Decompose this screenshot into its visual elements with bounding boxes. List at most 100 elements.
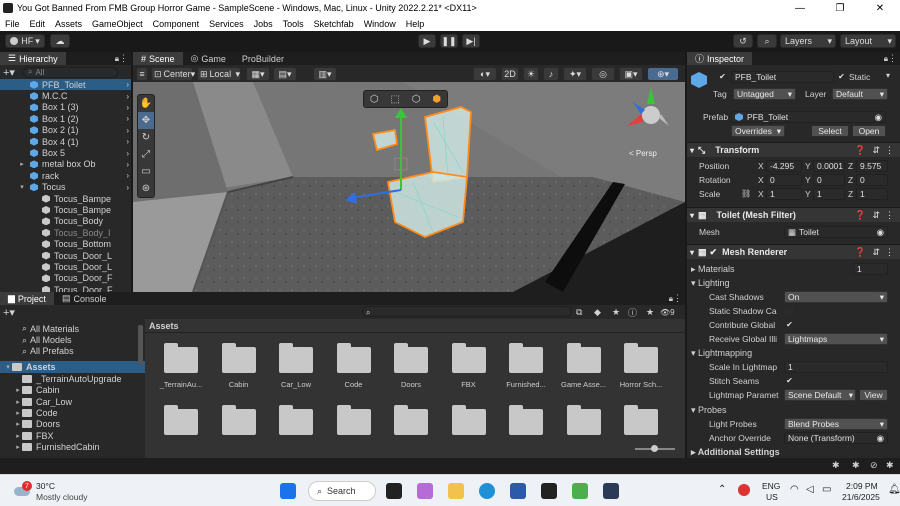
hierarchy-item[interactable]: M.C.C › [0,90,131,101]
asset-folder[interactable]: Horror Sch... [613,343,669,389]
hidden-packages-toggle[interactable]: 👁︎9 [660,308,675,317]
tree-scrollbar[interactable] [138,325,143,365]
favorite-item[interactable]: ⌕ All Materials [0,323,145,334]
hierarchy-item[interactable]: Tocus_Door_L [0,250,131,261]
lightmapping-foldout[interactable]: ▾ Lightmapping [691,348,752,359]
space-local-dropdown[interactable]: ⊞ Local ▾ [197,67,241,81]
more-icon[interactable]: ⋮ [119,53,128,64]
project-search-input[interactable]: ⌕ [362,306,572,317]
2d-toggle[interactable]: 2D [501,67,519,81]
probes-foldout[interactable]: ▾ Probes [691,405,727,416]
scene-viewport[interactable]: < Persp ✋ ✥ ↻ ⤢ ▭ ⊛ ⬡ ⬚ ⬡ ⬢ [133,82,685,292]
cache-icon[interactable]: ⊘ [870,460,878,471]
object-name-field[interactable]: PFB_Toilet [731,71,834,83]
cloud-icon[interactable]: ☁ [50,34,70,48]
debug-icon[interactable]: ✱ [832,460,840,471]
hierarchy-item[interactable]: PFB_Toilet › [0,79,131,91]
menu-gameobject[interactable]: GameObject [87,19,148,29]
hierarchy-item[interactable]: Box 1 (2) › [0,113,131,124]
copilot-icon[interactable] [417,483,433,499]
hidden-objects-icon[interactable]: ◎ [591,67,615,81]
layout-dropdown[interactable]: Layout ▾ [840,34,896,48]
more-icon[interactable]: ⋮ [885,247,894,258]
open-button[interactable]: Open [852,125,886,137]
menu-window[interactable]: Window [359,19,401,29]
wifi-icon[interactable]: ◠ [790,484,799,495]
asset-folder[interactable]: Game Asse... [556,343,612,389]
rotate-tool-icon[interactable]: ↻ [138,129,154,146]
lighting-icon[interactable]: ☀ [523,67,539,81]
project-folder-item[interactable]: ▸ FurnishedCabin [0,442,145,453]
expand-arrow[interactable]: ▾ [18,183,26,191]
hierarchy-search-input[interactable]: ⌕ All [22,66,118,78]
camera-icon[interactable]: ▣▾ [619,67,643,81]
more-icon[interactable]: ⋮ [888,53,897,64]
store-icon[interactable] [510,483,526,499]
audio-icon[interactable]: ♪ [543,67,559,81]
close-button[interactable]: ✕ [860,0,900,16]
hierarchy-item[interactable]: Tocus_Body_I [0,227,131,238]
asset-folder[interactable] [211,405,267,435]
clock-date[interactable]: 21/6/2025 [842,492,880,502]
receive-gi-dropdown[interactable]: Lightmaps ▾ [784,333,888,345]
expand-arrow[interactable]: ▸ [14,386,22,394]
asset-folder[interactable]: Furnished... [498,343,554,389]
taskbar-search[interactable]: ⌕ Search [308,481,376,501]
move-tool-icon[interactable]: ✥ [138,112,154,129]
rotation-x-field[interactable]: 0 [766,174,802,186]
mesh-field[interactable]: ▦ Toilet ◉ [784,226,888,238]
expand-arrow[interactable]: ▸ [14,420,22,428]
hierarchy-item[interactable]: Tocus_Door_F [0,273,131,284]
asset-folder[interactable] [613,405,669,435]
draw-mode-icon[interactable]: ◐▾ [473,67,497,81]
position-y-field[interactable]: 0.0001 [813,160,845,172]
language-eng[interactable]: ENG [762,481,780,491]
anchor-override-field[interactable]: None (Transform) ◉ [784,432,888,444]
face-mode-icon[interactable]: ⬢ [432,94,441,105]
open-prefab-arrow-icon[interactable]: › [126,114,129,123]
tab-inspector[interactable]: ⓘ Inspector [687,52,753,65]
asset-folder[interactable] [441,405,497,435]
layer-dropdown[interactable]: Default ▾ [832,88,888,100]
more-icon[interactable]: ⋮ [885,210,894,221]
settings-icon[interactable]: ✱ [886,460,894,471]
chevron-up-icon[interactable]: ⌃ [718,484,726,495]
open-prefab-arrow-icon[interactable]: › [126,149,129,158]
hierarchy-item[interactable]: Box 1 (3) › [0,102,131,113]
menu-tools[interactable]: Tools [278,19,309,29]
menu-file[interactable]: File [0,19,25,29]
rect-tool-icon[interactable]: ▭ [138,163,154,180]
create-button[interactable]: +▾ [3,306,15,319]
asset-folder[interactable]: _TerrainAu... [153,343,209,389]
tab-probuilder[interactable]: ProBuilder [234,52,292,65]
expand-arrow[interactable]: ▸ [14,443,22,451]
search-icon[interactable]: ⌕ [757,34,777,48]
tab-project[interactable]: ▆ Project [0,292,54,305]
lightmap-param-dropdown[interactable]: Scene Default ▾ [784,389,856,401]
file-explorer-icon[interactable] [448,483,464,499]
hand-icon[interactable]: ✋ [138,95,154,112]
weather-widget[interactable]: 7 [12,481,32,499]
prefab-field[interactable]: PFB_Toilet ◉ [731,111,886,123]
stitch-seams-checkbox[interactable]: ✔ [785,376,794,385]
search-by-type-icon[interactable]: ⧉ [576,307,582,318]
link-icon[interactable]: ⛓ [741,189,751,198]
scale-z-field[interactable]: 1 [856,188,888,200]
contribute-gi-checkbox[interactable]: ✔ [785,320,794,329]
expand-arrow[interactable]: ▸ [18,160,26,168]
light-probes-dropdown[interactable]: Blend Probes ▾ [784,418,888,430]
menu-help[interactable]: Help [401,19,430,29]
open-prefab-arrow-icon[interactable]: › [126,183,129,192]
expand-arrow[interactable]: ▸ [14,432,22,440]
search-by-label-icon[interactable]: ◆ [594,307,601,318]
project-folder-item[interactable]: ▸ Car_Low [0,396,145,407]
active-checkbox[interactable]: ✔ [718,72,727,81]
open-prefab-arrow-icon[interactable]: › [126,126,129,135]
project-folder-item[interactable]: _TerrainAutoUpgrade [0,373,145,384]
visual-studio-code-icon[interactable] [572,483,588,499]
assets-root-item[interactable]: ▾ Assets [0,361,145,374]
preset-icon[interactable]: ⇵ [872,210,880,221]
asset-folder[interactable] [268,405,324,435]
rotation-z-field[interactable]: 0 [856,174,888,186]
menu-sketchfab[interactable]: Sketchfab [309,19,359,29]
